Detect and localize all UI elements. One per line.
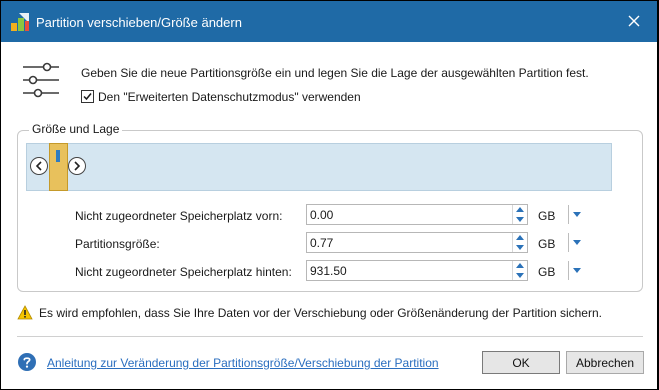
help-link[interactable]: Anleitung zur Veränderung der Partitions… — [47, 356, 439, 370]
unit-label: GB — [538, 265, 556, 279]
help-icon[interactable] — [17, 352, 37, 372]
arrow-up-icon — [516, 235, 524, 240]
unit-divider — [568, 233, 569, 252]
partition-size-input[interactable] — [307, 233, 510, 252]
unit-label: GB — [538, 237, 556, 251]
unallocated-before-input[interactable] — [307, 205, 510, 224]
warning-text: Es wird empfohlen, dass Sie Ihre Daten v… — [39, 306, 602, 320]
close-icon — [628, 15, 640, 27]
unit-dropdown[interactable] — [571, 233, 583, 252]
resize-right-handle[interactable] — [68, 157, 86, 175]
disk-map-track[interactable] — [26, 143, 612, 191]
app-logo-icon — [9, 11, 31, 33]
decrement-button[interactable] — [513, 215, 527, 224]
unallocated-after-label: Nicht zugeordneter Speicherplatz hinten: — [75, 265, 292, 279]
privacy-mode-label: Den "Erweiterten Datenschutzmodus" verwe… — [98, 90, 361, 104]
decrement-button[interactable] — [513, 271, 527, 280]
group-legend: Größe und Lage — [29, 122, 123, 136]
decrement-button[interactable] — [513, 243, 527, 252]
increment-button[interactable] — [513, 233, 527, 242]
cancel-button[interactable]: Abbrechen — [566, 351, 644, 374]
chevron-down-icon — [573, 240, 581, 245]
chevron-left-icon — [35, 161, 42, 171]
window-title: Partition verschieben/Größe ändern — [36, 15, 242, 30]
arrow-down-icon — [516, 273, 524, 278]
chevron-right-icon — [74, 161, 81, 171]
chevron-down-icon — [573, 268, 581, 273]
unallocated-before-label: Nicht zugeordneter Speicherplatz vorn: — [75, 209, 283, 223]
dialog-window: Partition verschieben/Größe ändern Geben… — [1, 1, 657, 389]
arrow-down-icon — [516, 245, 524, 250]
partition-used-bar — [56, 150, 60, 162]
resize-left-handle[interactable] — [30, 157, 48, 175]
checkmark-icon — [83, 93, 92, 101]
partition-size-spinner[interactable] — [306, 232, 528, 253]
unit-dropdown[interactable] — [571, 261, 583, 280]
unallocated-before-spinner[interactable] — [306, 204, 528, 225]
partition-block[interactable] — [49, 143, 68, 191]
close-button[interactable] — [611, 1, 657, 42]
increment-button[interactable] — [513, 261, 527, 270]
increment-button[interactable] — [513, 205, 527, 214]
unit-divider — [568, 205, 569, 224]
partition-size-label: Partitionsgröße: — [75, 237, 160, 251]
chevron-down-icon — [573, 212, 581, 217]
sliders-icon — [21, 60, 61, 103]
ok-button[interactable]: OK — [482, 351, 560, 374]
arrow-up-icon — [516, 263, 524, 268]
unallocated-after-input[interactable] — [307, 261, 510, 280]
warning-icon — [17, 305, 33, 323]
unit-divider — [568, 261, 569, 280]
unallocated-after-spinner[interactable] — [306, 260, 528, 281]
title-bar: Partition verschieben/Größe ändern — [1, 1, 657, 42]
unit-label: GB — [538, 209, 556, 223]
description-text: Geben Sie die neue Partitionsgröße ein u… — [81, 66, 589, 80]
arrow-up-icon — [516, 207, 524, 212]
footer-divider — [17, 336, 643, 337]
arrow-down-icon — [516, 217, 524, 222]
privacy-mode-checkbox[interactable] — [81, 90, 94, 103]
unit-dropdown[interactable] — [571, 205, 583, 224]
